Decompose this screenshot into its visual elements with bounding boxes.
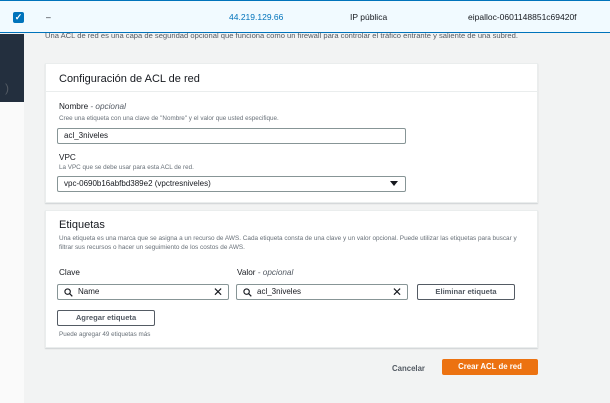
row-ip-type: IP pública [350, 12, 388, 22]
row-allocation-id: eipalloc-0601148851c69420f [468, 12, 577, 22]
row-checkbox[interactable]: ✓ [13, 12, 24, 23]
remove-tag-button[interactable]: Eliminar etiqueta [417, 284, 515, 300]
vpc-select-value: vpc-0690b16abfbd389e2 (vpctresniveles) [64, 179, 211, 188]
acl-description: Una ACL de red es una capa de seguridad … [45, 31, 518, 40]
clear-icon[interactable]: ✕ [213, 285, 223, 299]
tags-panel: Etiquetas Una etiqueta es una marca que … [45, 210, 538, 348]
tag-value-optional: - opcional [257, 268, 294, 277]
panel-title: Configuración de ACL de red [59, 73, 200, 85]
clear-icon[interactable]: ✕ [392, 285, 402, 299]
acl-settings-panel: Configuración de ACL de red Nombre - opc… [45, 63, 538, 203]
search-icon [243, 288, 252, 297]
tag-value-input[interactable]: acl_3niveles ✕ [236, 284, 408, 300]
sidebar-panel [0, 102, 24, 403]
tag-key-label: Clave [59, 268, 80, 277]
tag-value-value: acl_3niveles [257, 287, 302, 296]
vpc-hint: La VPC que se debe usar para esta ACL de… [59, 164, 194, 171]
add-tag-button[interactable]: Agregar etiqueta [57, 310, 155, 326]
vpc-select[interactable]: vpc-0690b16abfbd389e2 (vpctresniveles) [57, 176, 406, 192]
tags-title: Etiquetas [59, 219, 105, 231]
tag-key-value: Name [78, 287, 100, 296]
selected-table-row[interactable]: ✓ – 44.219.129.66 IP pública eipalloc-06… [0, 0, 610, 33]
tag-value-label-text: Valor [237, 268, 256, 277]
name-input[interactable]: acl_3niveles [57, 128, 406, 144]
name-label-text: Nombre [59, 102, 89, 111]
create-acl-button[interactable]: Crear ACL de red [442, 359, 538, 375]
caret-down-icon [390, 181, 398, 186]
tag-key-input[interactable]: Name ✕ [57, 284, 229, 300]
tags-description: Una etiqueta es una marca que se asigna … [59, 235, 517, 251]
cancel-button[interactable]: Cancelar [392, 364, 425, 373]
name-label: Nombre - opcional [59, 102, 126, 111]
panel-header: Configuración de ACL de red [46, 64, 537, 92]
row-name: – [46, 12, 51, 22]
sidebar-dark-block [0, 34, 24, 102]
tag-value-label: Valor - opcional [237, 268, 293, 277]
name-hint: Cree una etiqueta con una clave de "Nomb… [59, 115, 279, 122]
name-optional: - opcional [90, 102, 126, 111]
tags-remaining: Puede agregar 49 etiquetas más [59, 331, 151, 338]
search-icon [64, 288, 73, 297]
sidebar-toggle-icon[interactable]: ) [5, 81, 9, 95]
row-ip-address[interactable]: 44.219.129.66 [229, 12, 283, 22]
vpc-label: VPC [59, 153, 76, 162]
